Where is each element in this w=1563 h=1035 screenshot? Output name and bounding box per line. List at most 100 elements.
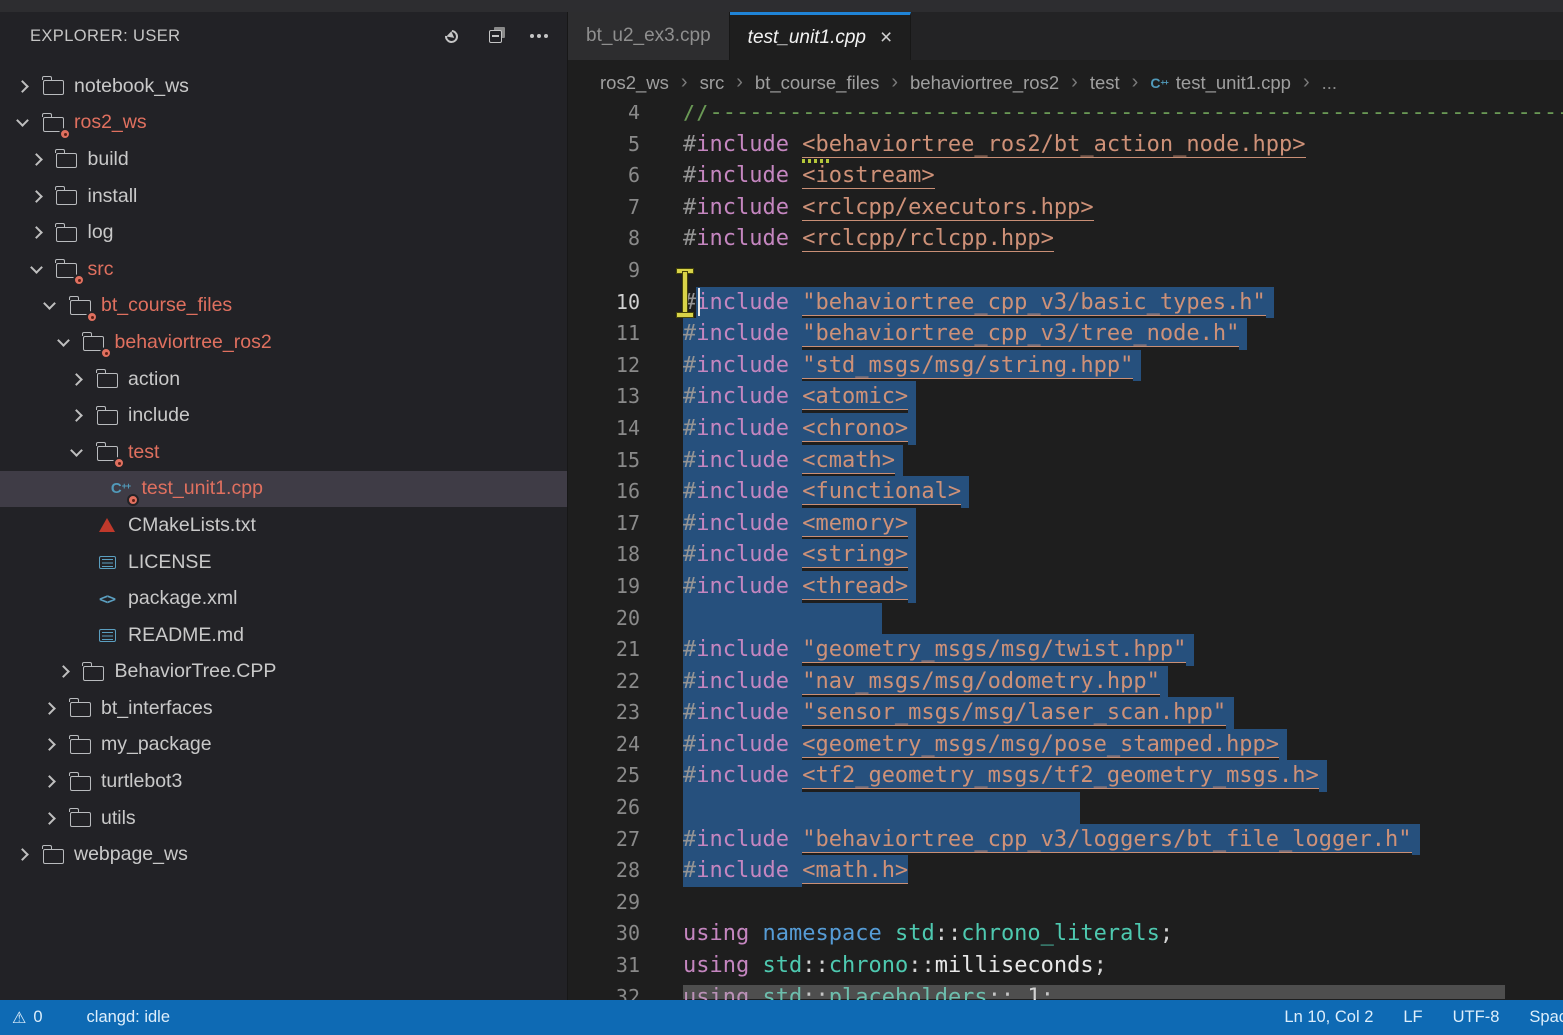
breadcrumb-item-bt_course_files[interactable]: bt_course_files <box>755 72 879 94</box>
code-line-16[interactable]: 16#include <functional> <box>568 476 1563 508</box>
code-line-19[interactable]: 19#include <thread> <box>568 571 1563 603</box>
code-line-11[interactable]: 11#include "behaviortree_cpp_v3/tree_nod… <box>568 318 1563 350</box>
code-token: ; <box>1160 918 1173 950</box>
chevron-down-icon[interactable] <box>43 297 56 310</box>
code-text: #include <functional> <box>640 476 969 508</box>
code-line-7[interactable]: 7#include <rclcpp/executors.hpp> <box>568 192 1563 224</box>
breadcrumb-symbol-path[interactable]: ... <box>1322 72 1337 94</box>
chevron-down-icon[interactable] <box>30 261 43 274</box>
breadcrumb-file[interactable]: test_unit1.cpp <box>1176 72 1291 94</box>
chevron-right-icon[interactable] <box>16 848 29 861</box>
selection-newline <box>1239 318 1247 350</box>
code-line-14[interactable]: 14#include <chrono> <box>568 413 1563 445</box>
explorer-header: EXPLORER: USER <box>0 12 567 60</box>
chevron-down-icon[interactable] <box>70 444 83 457</box>
breadcrumb-item-src[interactable]: src <box>700 72 725 94</box>
item-icon-box <box>95 550 119 574</box>
clangd-status[interactable]: clangd: idle <box>87 1008 170 1027</box>
code-line-8[interactable]: 8#include <rclcpp/rclcpp.hpp> <box>568 223 1563 255</box>
collapse-all-icon <box>489 30 502 43</box>
chevron-right-icon[interactable] <box>30 153 43 166</box>
tree-item-BehaviorTree.CPP[interactable]: BehaviorTree.CPP <box>0 654 567 691</box>
code-line-28[interactable]: 28#include <math.h> <box>568 855 1563 887</box>
chevron-right-icon[interactable] <box>43 702 56 715</box>
tab-bt_u2_ex3.cpp[interactable]: bt_u2_ex3.cpp <box>568 12 730 60</box>
chevron-right-icon[interactable] <box>30 226 43 239</box>
code-line-26[interactable]: 26 <box>568 792 1563 824</box>
code-line-12[interactable]: 12#include "std_msgs/msg/string.hpp" <box>568 350 1563 382</box>
tree-item-action[interactable]: action <box>0 361 567 398</box>
cursor-position-indicator[interactable]: Ln 10, Col 2 <box>1284 1008 1373 1027</box>
problems-indicator[interactable]: ⚠ 0 <box>12 1008 43 1028</box>
code-line-21[interactable]: 21#include "geometry_msgs/msg/twist.hpp" <box>568 634 1563 666</box>
code-line-30[interactable]: 30using namespace std::chrono_literals; <box>568 918 1563 950</box>
code-line-31[interactable]: 31using std::chrono::milliseconds; <box>568 950 1563 982</box>
modified-badge <box>127 494 139 506</box>
tab-test_unit1.cpp[interactable]: test_unit1.cpp× <box>730 12 912 60</box>
code-text: #include <memory> <box>640 508 916 540</box>
tree-item-build[interactable]: build <box>0 141 567 178</box>
code-line-9[interactable]: 9 <box>568 255 1563 287</box>
code-line-5[interactable]: 5#include <behaviortree_ros2/bt_action_n… <box>568 129 1563 161</box>
code-line-27[interactable]: 27#include "behaviortree_cpp_v3/loggers/… <box>568 824 1563 856</box>
code-text <box>640 603 882 635</box>
chevron-down-icon[interactable] <box>16 115 29 128</box>
code-line-24[interactable]: 24#include <geometry_msgs/msg/pose_stamp… <box>568 729 1563 761</box>
chevron-right-icon[interactable] <box>70 373 83 386</box>
chevron-right-icon[interactable] <box>70 409 83 422</box>
code-line-20[interactable]: 20 <box>568 603 1563 635</box>
chevron-right-icon[interactable] <box>43 812 56 825</box>
chevron-right-icon[interactable] <box>43 739 56 752</box>
tree-item-include[interactable]: include <box>0 397 567 434</box>
tree-item-ros2_ws[interactable]: ros2_ws <box>0 105 567 142</box>
refresh-button[interactable] <box>441 26 461 46</box>
code-line-22[interactable]: 22#include "nav_msgs/msg/odometry.hpp" <box>568 666 1563 698</box>
tree-item-notebook_ws[interactable]: notebook_ws <box>0 68 567 105</box>
tree-item-CMakeLists.txt[interactable]: CMakeLists.txt <box>0 507 567 544</box>
breadcrumb-item-test[interactable]: test <box>1090 72 1120 94</box>
tree-item-README.md[interactable]: README.md <box>0 617 567 654</box>
chevron-right-icon[interactable] <box>57 665 70 678</box>
folder-icon <box>70 776 91 791</box>
tree-item-package.xml[interactable]: <>package.xml <box>0 580 567 617</box>
tree-item-label: LICENSE <box>128 551 211 574</box>
tree-item-test_unit1.cpp[interactable]: C++test_unit1.cpp <box>0 471 567 508</box>
horizontal-scrollbar[interactable] <box>683 985 1505 999</box>
chevron-right-icon[interactable] <box>43 775 56 788</box>
tree-item-log[interactable]: log <box>0 214 567 251</box>
code-line-25[interactable]: 25#include <tf2_geometry_msgs/tf2_geomet… <box>568 760 1563 792</box>
code-line-18[interactable]: 18#include <string> <box>568 539 1563 571</box>
chevron-box <box>41 777 68 786</box>
tree-item-test[interactable]: test <box>0 434 567 471</box>
code-line-23[interactable]: 23#include "sensor_msgs/msg/laser_scan.h… <box>568 697 1563 729</box>
tree-item-utils[interactable]: utils <box>0 800 567 837</box>
collapse-all-button[interactable] <box>485 26 505 46</box>
indentation-indicator[interactable]: Spac <box>1529 1008 1563 1027</box>
code-line-15[interactable]: 15#include <cmath> <box>568 445 1563 477</box>
code-token: :: <box>802 950 829 982</box>
chevron-down-icon[interactable] <box>57 334 70 347</box>
code-line-17[interactable]: 17#include <memory> <box>568 508 1563 540</box>
tree-item-my_package[interactable]: my_package <box>0 727 567 764</box>
encoding-indicator[interactable]: UTF-8 <box>1453 1008 1500 1027</box>
tree-item-src[interactable]: src <box>0 251 567 288</box>
code-line-6[interactable]: 6#include <iostream> <box>568 160 1563 192</box>
code-text: #include "nav_msgs/msg/odometry.hpp" <box>640 666 1168 698</box>
eol-sequence-indicator[interactable]: LF <box>1403 1008 1422 1027</box>
close-icon[interactable]: × <box>880 27 892 48</box>
breadcrumb-item-behaviortree_ros2[interactable]: behaviortree_ros2 <box>910 72 1059 94</box>
chevron-right-icon[interactable] <box>16 80 29 93</box>
tree-item-behaviortree_ros2[interactable]: behaviortree_ros2 <box>0 324 567 361</box>
breadcrumb-item-ros2_ws[interactable]: ros2_ws <box>600 72 669 94</box>
tree-item-webpage_ws[interactable]: webpage_ws <box>0 836 567 873</box>
more-actions-button[interactable] <box>529 26 549 46</box>
tree-item-install[interactable]: install <box>0 178 567 215</box>
code-line-10[interactable]: 10#include "behaviortree_cpp_v3/basic_ty… <box>568 287 1563 319</box>
tree-item-bt_interfaces[interactable]: bt_interfaces <box>0 690 567 727</box>
code-line-29[interactable]: 29 <box>568 887 1563 919</box>
code-line-13[interactable]: 13#include <atomic> <box>568 381 1563 413</box>
tree-item-LICENSE[interactable]: LICENSE <box>0 544 567 581</box>
chevron-right-icon[interactable] <box>30 190 43 203</box>
tree-item-bt_course_files[interactable]: bt_course_files <box>0 288 567 325</box>
tree-item-turtlebot3[interactable]: turtlebot3 <box>0 763 567 800</box>
